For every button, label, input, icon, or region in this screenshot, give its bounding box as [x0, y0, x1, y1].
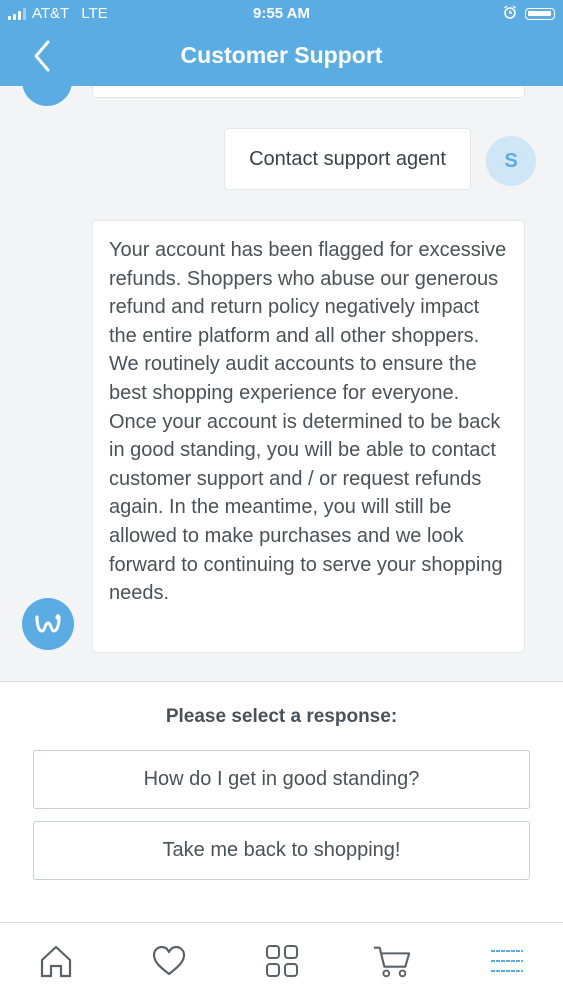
- bottom-tab-bar: [0, 923, 563, 1000]
- cart-icon: [373, 946, 411, 978]
- tab-home[interactable]: [36, 941, 76, 981]
- response-option-label: How do I get in good standing?: [143, 768, 420, 790]
- response-option-good-standing[interactable]: How do I get in good standing?: [33, 750, 530, 809]
- battery-icon: [525, 8, 555, 20]
- agent-avatar-previous: [22, 86, 72, 106]
- response-option-label: Take me back to shopping!: [162, 839, 401, 861]
- user-initial: S: [504, 149, 518, 172]
- response-prompt: Please select a response:: [165, 706, 398, 727]
- tab-cart[interactable]: [372, 941, 412, 981]
- agent-message-text: Your account has been flagged for excess…: [109, 239, 507, 605]
- chat-thread[interactable]: Contact support agent S Your account has…: [0, 86, 563, 681]
- status-bar: AT&T LTE 9:55 AM: [0, 0, 563, 28]
- previous-message-bubble: [92, 86, 525, 98]
- tab-wishlist[interactable]: [149, 941, 189, 981]
- tab-menu[interactable]: [487, 941, 527, 981]
- agent-message-bubble: Your account has been flagged for excess…: [92, 220, 525, 653]
- menu-icon: [491, 950, 523, 972]
- wish-logo-icon: [22, 598, 74, 650]
- response-option-back-to-shopping[interactable]: Take me back to shopping!: [33, 821, 530, 880]
- heart-icon: [152, 945, 186, 976]
- user-message-text: Contact support agent: [249, 147, 446, 170]
- clock: 9:55 AM: [253, 5, 310, 22]
- home-icon: [40, 945, 72, 978]
- grid-icon: [266, 945, 298, 977]
- user-avatar: S: [486, 136, 536, 186]
- page-title: Customer Support: [180, 42, 383, 68]
- tab-categories[interactable]: [262, 941, 302, 981]
- alarm-icon: [503, 5, 517, 23]
- app-header: AT&T LTE 9:55 AM Customer Support: [0, 0, 563, 86]
- response-panel: Please select a response: How do I get i…: [0, 681, 563, 923]
- user-message-bubble: Contact support agent: [224, 128, 471, 190]
